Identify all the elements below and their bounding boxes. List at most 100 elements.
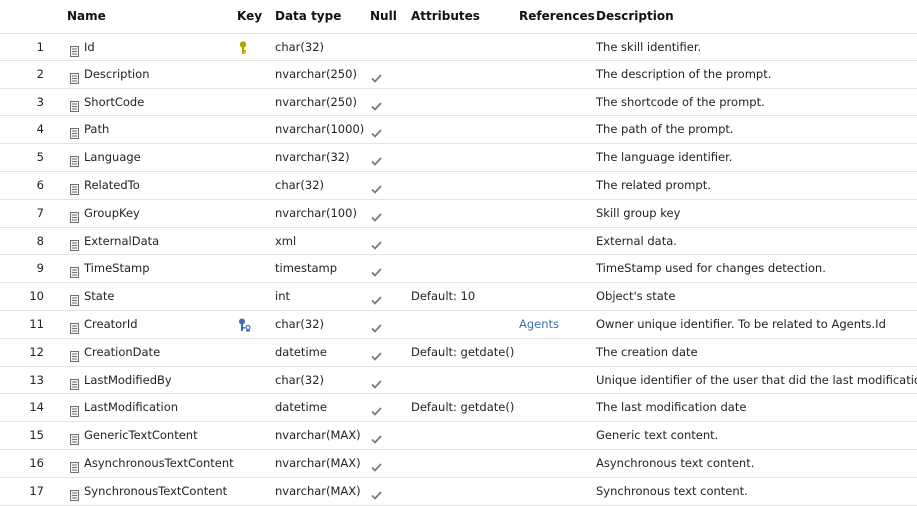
table-row[interactable]: 14 LastModification datetime Default: getda…: [0, 394, 917, 423]
column-icon: [70, 347, 79, 366]
row-number: 12: [29, 344, 44, 359]
data-type[interactable]: nvarchar(250): [275, 67, 357, 81]
reference-link[interactable]: Agents: [519, 317, 559, 331]
row-number: 14: [29, 400, 44, 415]
header-key[interactable]: Key: [237, 9, 262, 23]
table-row[interactable]: 7 GroupKey nvarchar(100) Skill group key: [0, 200, 917, 228]
data-type[interactable]: nvarchar(32): [275, 150, 350, 164]
data-type[interactable]: char(32): [275, 40, 324, 54]
description: The related prompt.: [596, 177, 711, 192]
table-row[interactable]: 16 AsynchronousTextContent nvarchar(MAX) As…: [0, 450, 917, 478]
row-number: 2: [36, 66, 44, 81]
table-row[interactable]: 2 Description nvarchar(250) The description…: [0, 61, 917, 89]
row-number: 13: [29, 372, 44, 387]
table-row[interactable]: 12 CreationDate datetime Default: getdate()…: [0, 339, 917, 367]
header-references[interactable]: References: [519, 9, 595, 23]
description: Synchronous text content.: [596, 483, 748, 498]
description: The last modification date: [596, 400, 747, 415]
column-icon: [70, 236, 79, 255]
column-name[interactable]: TimeStamp: [84, 261, 150, 275]
checkmark-icon: [371, 96, 382, 115]
column-name[interactable]: ExternalData: [84, 234, 159, 248]
column-icon: [70, 208, 79, 227]
column-icon: [70, 97, 79, 116]
data-type[interactable]: timestamp: [275, 261, 337, 275]
description: External data.: [596, 233, 677, 248]
column-name[interactable]: Language: [84, 150, 141, 164]
data-type[interactable]: int: [275, 289, 290, 303]
table-row[interactable]: 4 Path nvarchar(1000) The path of the promp…: [0, 116, 917, 145]
table-row[interactable]: 17 SynchronousTextContent nvarchar(MAX) Syn…: [0, 478, 917, 506]
header-description[interactable]: Description: [596, 9, 674, 23]
data-type[interactable]: char(32): [275, 317, 324, 331]
checkmark-icon: [371, 457, 382, 476]
column-icon: [70, 152, 79, 171]
description: Asynchronous text content.: [596, 455, 755, 470]
row-number: 3: [36, 94, 44, 109]
checkmark-icon: [371, 207, 382, 226]
column-name[interactable]: Id: [84, 40, 95, 54]
column-name[interactable]: AsynchronousTextContent: [84, 456, 234, 470]
data-type[interactable]: nvarchar(1000): [275, 122, 364, 136]
attributes: Default: 10: [411, 289, 476, 304]
table-row[interactable]: 11 CreatorId char(32) Agents Owner unique id…: [0, 311, 917, 339]
column-name[interactable]: CreatorId: [84, 317, 138, 331]
column-name[interactable]: Description: [84, 67, 150, 81]
data-type[interactable]: nvarchar(MAX): [275, 456, 361, 470]
column-icon: [70, 430, 79, 449]
data-type[interactable]: nvarchar(100): [275, 206, 357, 220]
data-type[interactable]: datetime: [275, 400, 327, 414]
column-name[interactable]: LastModification: [84, 400, 178, 414]
data-type[interactable]: nvarchar(MAX): [275, 484, 361, 498]
table-row[interactable]: 15 GenericTextContent nvarchar(MAX) Generic…: [0, 422, 917, 450]
header-null[interactable]: Null: [370, 9, 397, 23]
data-type[interactable]: nvarchar(MAX): [275, 428, 361, 442]
header-attributes[interactable]: Attributes: [411, 9, 480, 23]
table-row[interactable]: 9 TimeStamp timestamp TimeStamp used for ch…: [0, 255, 917, 284]
description: Generic text content.: [596, 428, 719, 443]
description: Object's state: [596, 289, 676, 304]
table-row[interactable]: 8 ExternalData xml External data.: [0, 228, 917, 256]
table-body: 1 Id char(32) The skill identifier. 2 Descrip…: [0, 33, 917, 506]
data-type[interactable]: char(32): [275, 373, 324, 387]
data-type[interactable]: datetime: [275, 345, 327, 359]
column-name[interactable]: ShortCode: [84, 95, 144, 109]
table-row[interactable]: 6 RelatedTo char(32) The related prompt.: [0, 172, 917, 200]
table-row[interactable]: 13 LastModifiedBy char(32) Unique identifie…: [0, 367, 917, 395]
column-name[interactable]: State: [84, 289, 114, 303]
column-name[interactable]: GenericTextContent: [84, 428, 198, 442]
table-row[interactable]: 10 State int Default: 10 Object's state: [0, 283, 917, 311]
header-name[interactable]: Name: [67, 9, 106, 23]
row-number: 1: [36, 40, 44, 54]
column-icon: [70, 291, 79, 310]
table-header: Name Key Data type Null Attributes Refer…: [0, 0, 917, 33]
column-icon: [70, 124, 79, 143]
row-number: 16: [29, 455, 44, 470]
table-row[interactable]: 1 Id char(32) The skill identifier.: [0, 33, 917, 61]
checkmark-icon: [371, 429, 382, 448]
column-name[interactable]: SynchronousTextContent: [84, 484, 227, 498]
checkmark-icon: [371, 68, 382, 87]
data-type[interactable]: xml: [275, 234, 296, 248]
description: The shortcode of the prompt.: [596, 94, 765, 109]
row-number: 6: [36, 177, 44, 192]
description: The skill identifier.: [596, 40, 702, 54]
column-name[interactable]: Path: [84, 122, 109, 136]
checkmark-icon: [371, 151, 382, 170]
primary-key-icon: [238, 40, 248, 59]
column-name[interactable]: RelatedTo: [84, 178, 140, 192]
checkmark-icon: [371, 374, 382, 393]
column-name[interactable]: GroupKey: [84, 206, 140, 220]
checkmark-icon: [371, 401, 382, 420]
row-number: 11: [29, 316, 44, 331]
data-type[interactable]: char(32): [275, 178, 324, 192]
attributes: Default: getdate(): [411, 400, 515, 415]
column-name[interactable]: CreationDate: [84, 345, 160, 359]
column-name[interactable]: LastModifiedBy: [84, 373, 172, 387]
description: The path of the prompt.: [596, 122, 734, 137]
table-row[interactable]: 5 Language nvarchar(32) The language identi…: [0, 144, 917, 172]
description: TimeStamp used for changes detection.: [596, 261, 826, 276]
table-row[interactable]: 3 ShortCode nvarchar(250) The shortcode of …: [0, 89, 917, 117]
data-type[interactable]: nvarchar(250): [275, 95, 357, 109]
header-data-type[interactable]: Data type: [275, 9, 341, 23]
